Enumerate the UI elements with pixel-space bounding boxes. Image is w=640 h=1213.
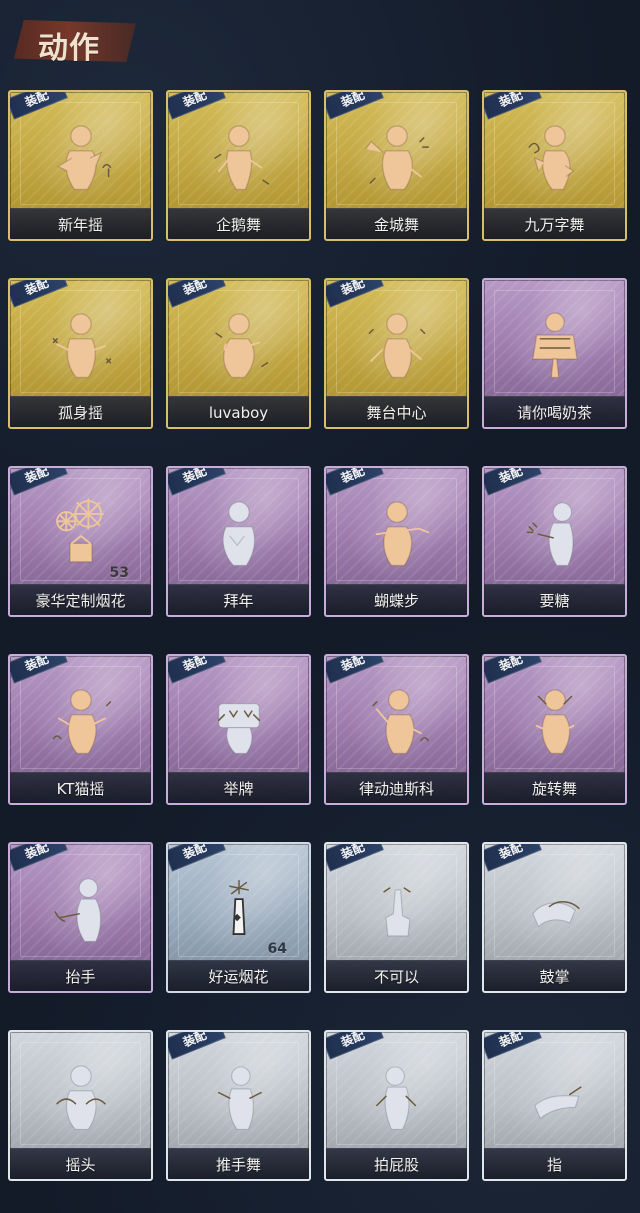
item-count: 64 — [267, 941, 287, 957]
action-label: 蝴蝶步 — [373, 592, 419, 610]
dance-icon — [168, 300, 309, 395]
clap-icon — [484, 864, 625, 959]
action-card-5[interactable]: 装配 孤身摇 — [8, 278, 153, 429]
action-label: 鼓掌 — [539, 968, 570, 986]
action-card-22[interactable]: 装配 推手舞 — [166, 1030, 311, 1181]
action-label: 企鹅舞 — [215, 216, 261, 234]
dance-icon — [10, 300, 151, 395]
point-icon — [484, 1052, 625, 1147]
action-label: 指 — [546, 1156, 562, 1174]
sign-icon — [168, 676, 309, 771]
bow-icon — [168, 488, 309, 583]
action-grid: 装配 新年摇 装配 企鹅舞 装配 金城舞 装配 九万字舞 装配 孤身摇 装配 l… — [8, 90, 632, 1205]
action-label: 九万字舞 — [524, 216, 585, 234]
actions-page: 动作 装配 新年摇 装配 企鹅舞 装配 金城舞 装配 九万字舞 装配 孤身摇 装… — [0, 0, 640, 1213]
action-card-19[interactable]: 装配 不可以 — [324, 842, 469, 993]
action-card-3[interactable]: 装配 金城舞 — [324, 90, 469, 241]
action-label: 举牌 — [223, 780, 254, 798]
action-label: 新年摇 — [57, 216, 103, 234]
dance-icon — [10, 112, 151, 207]
push-dance-icon — [168, 1052, 309, 1147]
action-label: 拜年 — [223, 592, 254, 610]
action-label: 推手舞 — [215, 1156, 261, 1174]
dance-icon — [326, 488, 467, 583]
action-card-4[interactable]: 装配 九万字舞 — [482, 90, 627, 241]
dance-icon — [326, 300, 467, 395]
action-card-23[interactable]: 装配 拍屁股 — [324, 1030, 469, 1181]
action-card-9[interactable]: 装配 53 豪华定制烟花 — [8, 466, 153, 617]
action-card-2[interactable]: 装配 企鹅舞 — [166, 90, 311, 241]
action-card-10[interactable]: 装配 拜年 — [166, 466, 311, 617]
action-label: 舞台中心 — [366, 404, 427, 422]
page-title: 动作 — [38, 31, 100, 66]
action-card-11[interactable]: 装配 蝴蝶步 — [324, 466, 469, 617]
action-card-24[interactable]: 装配 指 — [482, 1030, 627, 1181]
action-card-17[interactable]: 装配 抬手 — [8, 842, 153, 993]
dance-icon — [326, 112, 467, 207]
headshake-icon — [10, 1052, 151, 1147]
action-label: KT猫摇 — [56, 780, 105, 798]
action-card-18[interactable]: 装配 64 好运烟花 — [166, 842, 311, 993]
action-label: 律动迪斯科 — [358, 780, 434, 798]
finger-icon — [326, 864, 467, 959]
gift-icon — [484, 300, 625, 395]
action-card-15[interactable]: 装配 律动迪斯科 — [324, 654, 469, 805]
fireworks-icon — [10, 488, 151, 583]
hand-icon — [10, 864, 151, 959]
action-label: 金城舞 — [373, 216, 419, 234]
action-card-21[interactable]: 摇头 — [8, 1030, 153, 1181]
action-card-13[interactable]: 装配 KT猫摇 — [8, 654, 153, 805]
action-card-20[interactable]: 装配 鼓掌 — [482, 842, 627, 993]
action-card-8[interactable]: 请你喝奶茶 — [482, 278, 627, 429]
action-label: 豪华定制烟花 — [35, 592, 126, 610]
action-card-7[interactable]: 装配 舞台中心 — [324, 278, 469, 429]
action-card-12[interactable]: 装配 要糖 — [482, 466, 627, 617]
firecracker-icon — [168, 864, 309, 959]
action-label: 要糖 — [539, 592, 570, 610]
action-label: 抬手 — [65, 968, 96, 986]
dance-icon — [484, 676, 625, 771]
action-card-1[interactable]: 装配 新年摇 — [8, 90, 153, 241]
action-label: 好运烟花 — [208, 968, 269, 986]
dance-icon — [10, 676, 151, 771]
dance-icon — [168, 112, 309, 207]
candy-icon — [484, 488, 625, 583]
slap-icon — [326, 1052, 467, 1147]
action-label: luvaboy — [208, 404, 269, 422]
action-label: 请你喝奶茶 — [516, 404, 592, 422]
dance-icon — [326, 676, 467, 771]
action-label: 旋转舞 — [531, 780, 577, 798]
dance-icon — [484, 112, 625, 207]
section-title: 动作 — [14, 14, 136, 68]
action-label: 摇头 — [65, 1156, 96, 1174]
action-label: 拍屁股 — [373, 1156, 419, 1174]
action-card-6[interactable]: 装配 luvaboy — [166, 278, 311, 429]
item-count: 53 — [109, 565, 129, 581]
action-label: 孤身摇 — [57, 404, 103, 422]
action-card-14[interactable]: 装配 举牌 — [166, 654, 311, 805]
action-label: 不可以 — [373, 968, 419, 986]
action-card-16[interactable]: 装配 旋转舞 — [482, 654, 627, 805]
